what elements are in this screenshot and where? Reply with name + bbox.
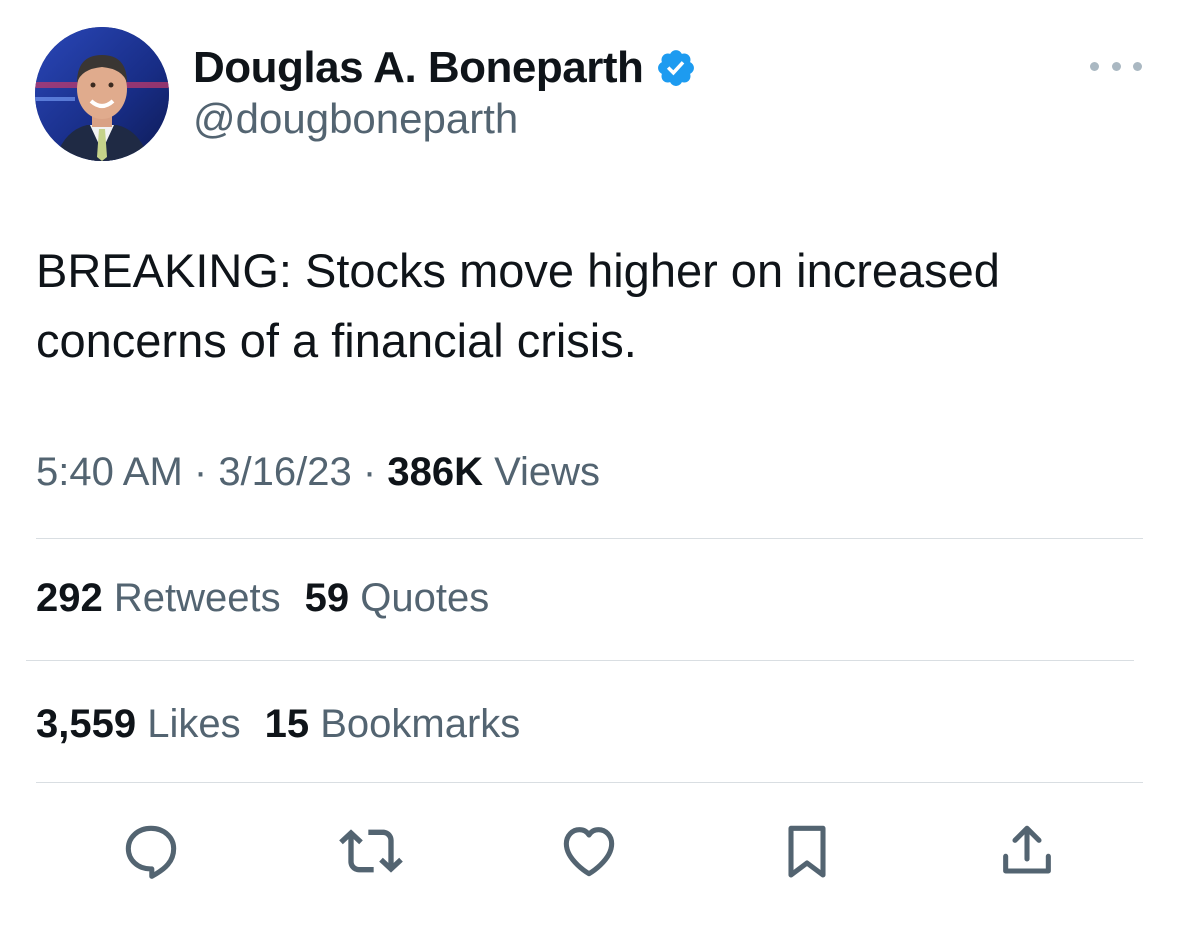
more-options-icon[interactable] [1090, 48, 1142, 84]
more-dot [1133, 61, 1142, 71]
tweet-date[interactable]: 3/16/23 [218, 450, 351, 494]
reply-icon[interactable] [116, 816, 186, 886]
author-name-row: Douglas A. Boneparth [193, 40, 697, 96]
divider [36, 538, 1143, 539]
meta-separator: · [351, 450, 388, 494]
retweets-count: 292 [36, 576, 103, 620]
more-dot [1111, 61, 1121, 71]
divider [36, 782, 1143, 783]
verified-badge-icon [655, 47, 697, 89]
action-bar [0, 816, 1178, 886]
author-handle[interactable]: @dougboneparth [193, 95, 518, 143]
like-icon[interactable] [554, 816, 624, 886]
stats-row-retweets: 292 Retweets 59 Quotes [36, 576, 513, 621]
avatar-image [35, 27, 169, 161]
avatar[interactable] [35, 27, 169, 161]
bookmarks-label: Bookmarks [309, 702, 521, 746]
stats-row-likes: 3,559 Likes 15 Bookmarks [36, 702, 544, 747]
bookmarks-count: 15 [264, 702, 310, 746]
retweets-stat[interactable]: 292 Retweets [36, 576, 281, 620]
bookmark-icon[interactable] [772, 816, 842, 886]
views-label: Views [482, 450, 601, 494]
quotes-label: Quotes [349, 576, 490, 620]
retweet-icon[interactable] [336, 816, 406, 886]
share-icon[interactable] [992, 816, 1062, 886]
retweets-label: Retweets [102, 576, 281, 620]
tweet-text: BREAKING: Stocks move higher on increase… [36, 244, 1000, 367]
likes-count: 3,559 [36, 702, 137, 746]
likes-label: Likes [136, 702, 241, 746]
divider [26, 660, 1134, 661]
views-count: 386K [387, 450, 483, 494]
likes-stat[interactable]: 3,559 Likes [36, 702, 241, 746]
quotes-count: 59 [304, 576, 350, 620]
meta-separator: · [182, 450, 219, 494]
tweet-meta: 5:40 AM · 3/16/23 · 386K Views [36, 450, 600, 495]
bookmarks-stat[interactable]: 15 Bookmarks [265, 702, 521, 746]
tweet-time[interactable]: 5:40 AM [36, 450, 183, 494]
display-name[interactable]: Douglas A. Boneparth [193, 43, 644, 93]
quotes-stat[interactable]: 59 Quotes [305, 576, 490, 620]
tweet-card: Douglas A. Boneparth @dougboneparth BREA… [0, 0, 1178, 942]
more-dot [1090, 61, 1099, 71]
